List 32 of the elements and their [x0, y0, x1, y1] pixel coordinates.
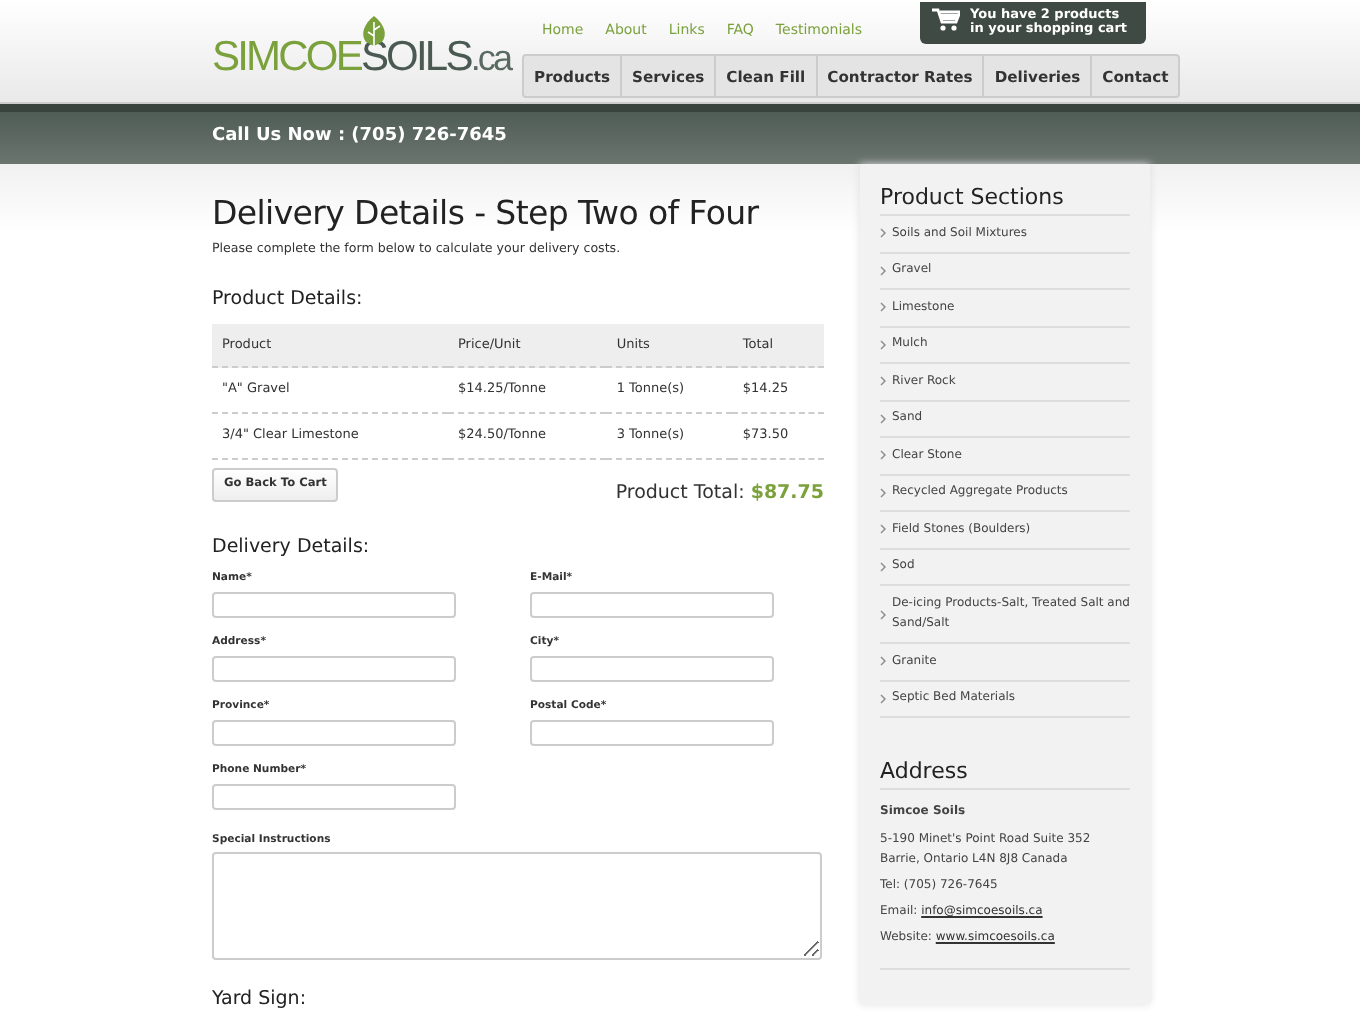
section-heading: Yard Sign:: [212, 988, 824, 1018]
logo[interactable]: SIMCOESOILS.ca: [212, 34, 511, 80]
chevron-icon: [880, 561, 886, 572]
chevron-icon: [880, 524, 886, 535]
total-label: Product Total:: [615, 482, 745, 505]
input-field[interactable]: [530, 591, 774, 618]
input-field[interactable]: [530, 719, 774, 746]
input-field[interactable]: [530, 655, 774, 682]
chevron-icon: [880, 376, 886, 387]
input-field[interactable]: [212, 655, 456, 682]
chevron-icon: [880, 487, 886, 498]
input-field[interactable]: [212, 591, 456, 618]
phone-banner-text: Call Us Now : (705) 726-7645: [212, 126, 507, 146]
textarea-field[interactable]: [212, 852, 822, 961]
section-heading: Delivery Details:: [212, 536, 372, 560]
section-heading: Product Details:: [212, 288, 365, 312]
page-title: Delivery Details - Step Two of Four: [212, 194, 761, 234]
chevron-icon: [880, 265, 886, 276]
sidebar-heading: Product Sections: [880, 184, 1130, 217]
chevron-icon: [880, 228, 886, 239]
input-field[interactable]: [212, 719, 456, 746]
chevron-icon: [880, 656, 886, 667]
chevron-icon: [880, 302, 886, 313]
input-field[interactable]: [212, 783, 456, 810]
chevron-icon: [880, 413, 886, 424]
chevron-icon: [880, 339, 886, 350]
chevron-icon: [880, 450, 886, 461]
chevron-icon: [880, 693, 886, 704]
chevron-icon: [880, 609, 886, 620]
cart-icon: [932, 8, 960, 32]
total-value: $87.75: [750, 482, 824, 505]
sidebar-heading: Address: [880, 758, 1130, 791]
